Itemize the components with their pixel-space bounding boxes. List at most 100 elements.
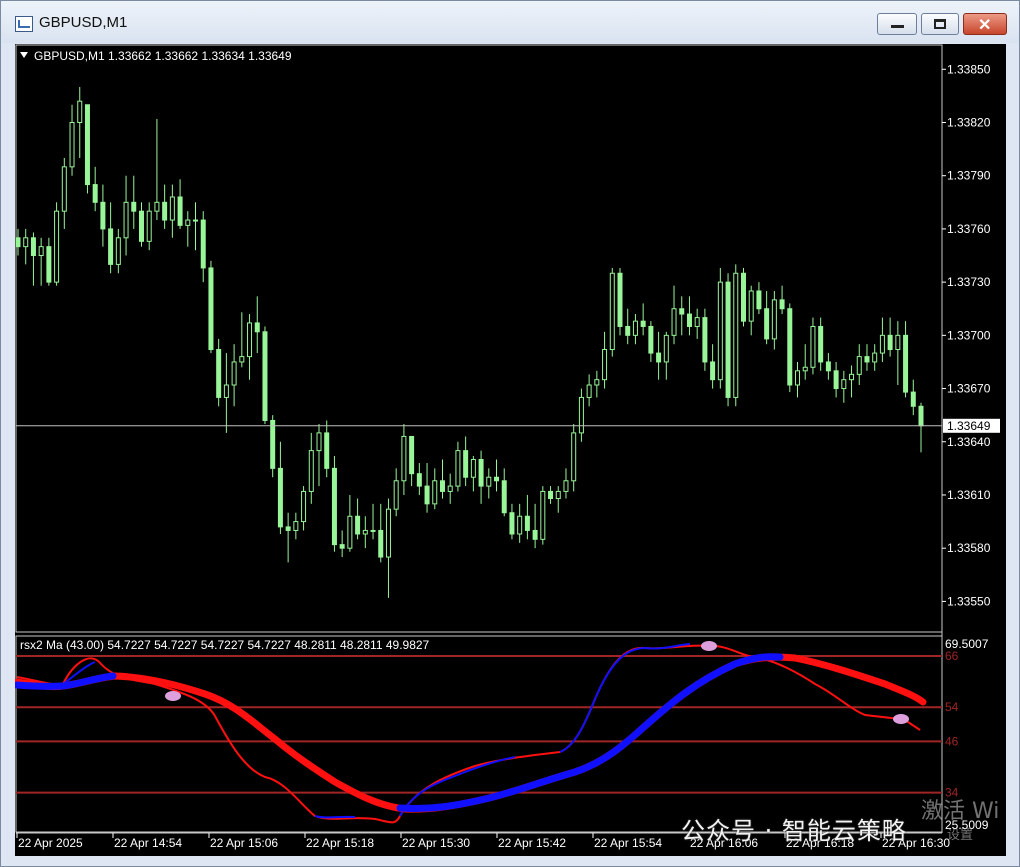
window-title: GBPUSD,M1 [39, 14, 128, 31]
candle [864, 344, 870, 371]
price-label: 1.33640 [947, 435, 991, 449]
candle [717, 267, 723, 389]
candle [818, 317, 824, 371]
main-panel-frame [15, 44, 943, 633]
level-label: 66 [945, 649, 959, 663]
candle [486, 468, 492, 499]
level-label: 54 [945, 700, 959, 714]
candle [331, 455, 337, 552]
candle [285, 512, 291, 563]
indicator-levels: 66544634 [16, 649, 959, 800]
candle [339, 530, 345, 558]
candle [262, 326, 268, 425]
chart-canvas[interactable]: GBPUSD,M1 1.33662 1.33662 1.33634 1.3364… [15, 44, 1006, 856]
signal-marker [893, 714, 909, 724]
price-label: 1.33700 [947, 328, 991, 342]
candle [702, 308, 708, 371]
candle [903, 321, 909, 398]
signal-marker [165, 691, 181, 701]
candle [648, 321, 654, 362]
chart-window-icon [15, 16, 33, 32]
price-label: 1.33550 [947, 594, 991, 608]
watermark-text: 公众号 · 智能云策略 [681, 817, 907, 845]
candle [385, 498, 391, 598]
candle [841, 370, 847, 403]
price-label: 1.33580 [947, 541, 991, 555]
candle [895, 321, 901, 386]
candle [548, 486, 554, 504]
candle [54, 202, 60, 286]
close-button[interactable]: ✕ [963, 13, 1007, 35]
candle [115, 228, 121, 274]
rsx-slow-line [15, 653, 927, 813]
candle [293, 512, 299, 540]
candle [208, 260, 214, 354]
candle [131, 175, 137, 229]
price-label: 1.33730 [947, 275, 991, 289]
candle [478, 450, 484, 504]
candle [46, 237, 52, 286]
candles-group [15, 87, 924, 598]
candle [470, 455, 476, 492]
maximize-button[interactable] [921, 13, 959, 35]
candle [779, 285, 785, 315]
candle [378, 503, 384, 563]
candle [177, 179, 183, 229]
candle [216, 338, 222, 407]
candle [347, 494, 353, 552]
candle [571, 424, 577, 492]
candle [362, 516, 368, 549]
candle [540, 486, 546, 545]
candle [169, 184, 175, 238]
candle [370, 503, 376, 540]
symbol-dropdown-icon[interactable] [20, 52, 28, 58]
candle [154, 118, 160, 221]
candle [694, 308, 700, 339]
chart-area[interactable]: GBPUSD,M1 1.33662 1.33662 1.33634 1.3364… [15, 44, 1006, 856]
candle [193, 202, 199, 251]
candle [517, 503, 523, 543]
window-titlebar[interactable]: GBPUSD,M1 ✕ [1, 1, 1019, 43]
candle [578, 388, 584, 442]
candle [138, 202, 144, 247]
time-label: 22 Apr 2025 [18, 836, 83, 850]
candle [501, 468, 507, 517]
candle [686, 296, 692, 336]
candle [640, 303, 646, 336]
minimize-icon [891, 25, 904, 28]
candle [872, 344, 878, 371]
candle [602, 331, 608, 389]
price-label: 1.33760 [947, 222, 991, 236]
minimize-button[interactable] [877, 13, 917, 35]
candle [30, 232, 36, 286]
candle [455, 441, 461, 492]
candle [733, 264, 739, 407]
time-label: 22 Apr 15:18 [306, 836, 374, 850]
candle [223, 353, 229, 433]
candle [185, 211, 191, 247]
candle [447, 473, 453, 504]
price-label: 1.33790 [947, 169, 991, 183]
candle [463, 436, 469, 487]
candle [656, 331, 662, 380]
rsx-fast-line [16, 644, 921, 824]
time-label: 22 Apr 15:30 [402, 836, 470, 850]
candle [725, 273, 731, 407]
candle [810, 317, 816, 375]
indicator-header: rsx2 Ma (43.00) 54.7227 54.7227 54.7227 … [20, 638, 430, 652]
candle [146, 202, 152, 251]
candle [586, 374, 592, 407]
candle [15, 228, 21, 256]
candle [23, 228, 29, 265]
candle [748, 285, 754, 336]
maximize-icon [934, 19, 946, 29]
candle [910, 379, 916, 416]
time-label: 22 Apr 15:06 [210, 836, 278, 850]
candle [61, 157, 67, 229]
candle [594, 370, 600, 398]
candle [887, 317, 893, 357]
candle [108, 202, 114, 274]
price-label: 1.33670 [947, 382, 991, 396]
candle [787, 303, 793, 393]
candle [771, 290, 777, 350]
